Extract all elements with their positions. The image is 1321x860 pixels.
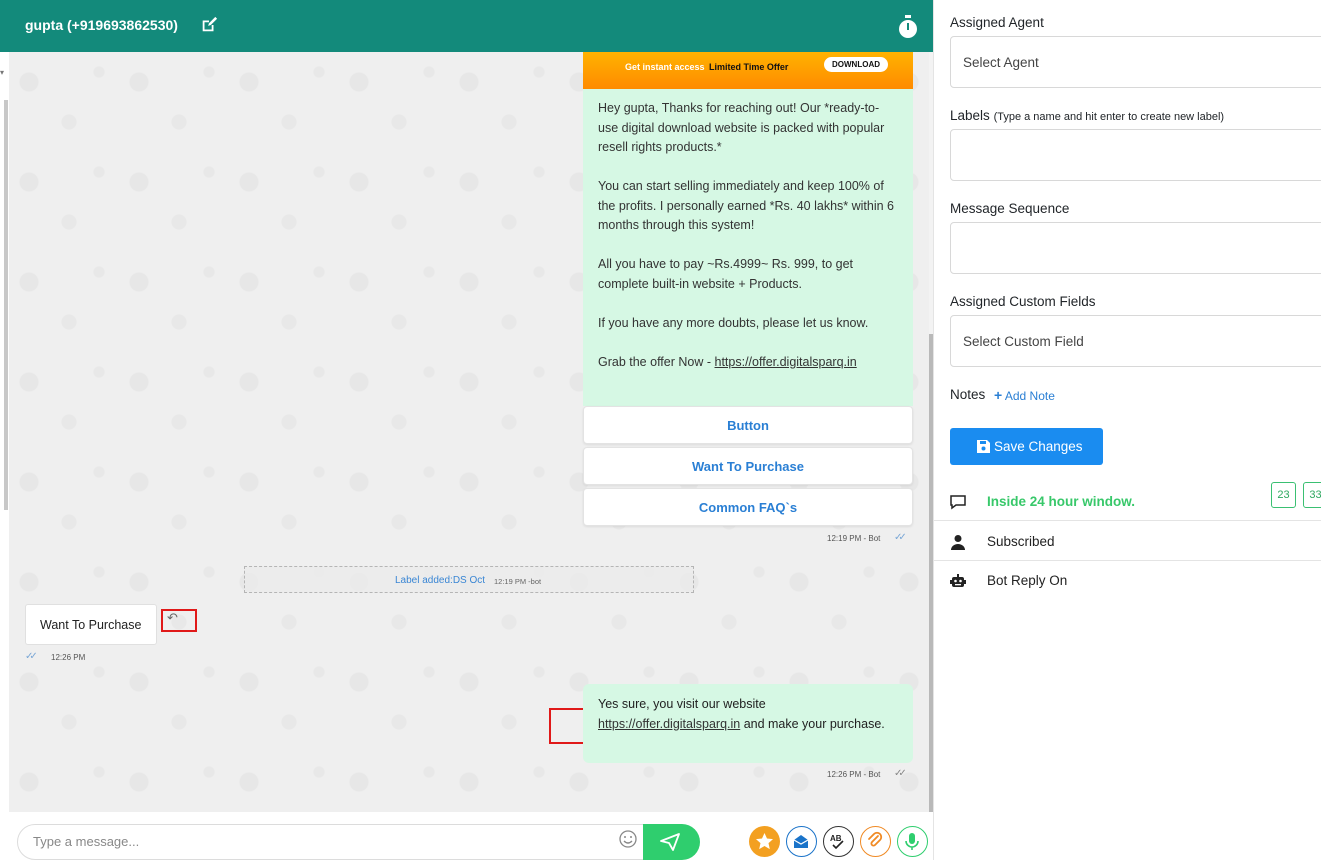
labels-input[interactable] — [950, 129, 1321, 181]
template-paragraph: Grab the offer Now - https://offer.digit… — [598, 354, 857, 369]
assigned-agent-label: Assigned Agent — [950, 15, 1044, 30]
user-icon — [951, 535, 965, 550]
reply-icon: ↶ — [167, 610, 178, 625]
template-banner-image: Get instant access Limited Time Offer DO… — [583, 52, 913, 89]
message-timestamp: 12:26 PM — [51, 653, 86, 662]
label-note-time: 12:19 PM -bot — [494, 577, 542, 586]
template-button-common-faqs[interactable]: Common FAQ`s — [583, 488, 913, 526]
assigned-agent-select[interactable]: Select Agent — [950, 36, 1321, 88]
star-icon — [756, 833, 773, 850]
stopwatch-icon[interactable] — [897, 15, 919, 39]
incoming-message: Want To Purchase — [25, 604, 157, 645]
comment-icon — [950, 495, 966, 510]
left-edge: ▾ — [0, 52, 9, 812]
message-sequence-label: Message Sequence — [950, 201, 1070, 216]
outgoing-text: Yes sure, you visit our website — [598, 697, 766, 711]
contact-name: gupta (+919693862530) — [25, 17, 178, 33]
template-button-want-to-purchase[interactable]: Want To Purchase — [583, 447, 913, 485]
inbox-button[interactable] — [786, 826, 817, 857]
svg-text:AB: AB — [830, 834, 842, 843]
label-added-note: Label added:DS Oct 12:19 PM -bot — [244, 566, 694, 593]
custom-fields-label: Assigned Custom Fields — [950, 294, 1096, 309]
spellcheck-button[interactable]: AB — [823, 826, 854, 857]
envelope-open-icon — [793, 835, 809, 848]
microphone-icon — [905, 833, 919, 850]
labels-label: Labels (Type a name and hit enter to cre… — [950, 108, 1225, 123]
spellcheck-icon: AB — [830, 834, 844, 850]
template-button-1[interactable]: Button — [583, 406, 913, 444]
robot-icon — [950, 574, 966, 587]
edit-icon[interactable] — [200, 16, 218, 34]
emoji-icon[interactable] — [619, 830, 637, 848]
template-paragraph: All you have to pay ~Rs.4999~ Rs. 999, t… — [598, 257, 854, 291]
window-status-text: Inside 24 hour window. — [987, 494, 1136, 509]
attachment-button[interactable] — [860, 826, 891, 857]
message-timestamp: 12:26 PM - Bot — [827, 770, 881, 779]
outgoing-text: and make your purchase. — [740, 716, 885, 731]
banner-download-label: DOWNLOAD — [824, 57, 888, 72]
subscribed-text: Subscribed — [987, 534, 1055, 549]
count-badge: 33 — [1303, 482, 1321, 508]
banner-offer-text: Limited Time Offer — [709, 62, 789, 72]
highlight-box[interactable] — [549, 708, 586, 744]
voice-button[interactable] — [897, 826, 928, 857]
favorite-button[interactable] — [749, 826, 780, 857]
template-paragraph: If you have any more doubts, please let … — [598, 315, 869, 330]
save-changes-button[interactable]: Save Changes — [950, 428, 1103, 465]
chat-pane: gupta (+919693862530) ▾ Get instant acce… — [0, 0, 933, 860]
outgoing-message: Yes sure, you visit our website https://… — [583, 684, 913, 763]
count-badge: 23 — [1271, 482, 1296, 508]
send-icon — [660, 833, 680, 851]
subscribed-row: Subscribed — [934, 522, 1321, 561]
message-timestamp: 12:19 PM - Bot — [827, 534, 881, 543]
send-button[interactable] — [643, 824, 700, 860]
chat-header: gupta (+919693862530) — [0, 0, 933, 52]
custom-field-select[interactable]: Select Custom Field — [950, 315, 1321, 367]
reply-button[interactable]: ↶ — [161, 609, 197, 632]
offer-link[interactable]: https://offer.digitalsparq.in — [715, 355, 857, 369]
left-scrollbar[interactable] — [4, 100, 8, 510]
contact-sidebar: Assigned Agent Select Agent Labels (Type… — [933, 0, 1321, 860]
template-paragraph: Hey gupta, Thanks for reaching out! Our … — [598, 101, 885, 154]
double-check-icon: ✓✓ — [894, 532, 907, 543]
bot-reply-row: Bot Reply On — [934, 561, 1321, 600]
composer: Type a message... AB — [0, 812, 933, 860]
label-note-text: Label added:DS Oct — [395, 575, 486, 586]
template-body: Hey gupta, Thanks for reaching out! Our … — [583, 89, 913, 406]
add-note-link[interactable]: + Add Note — [994, 387, 1055, 403]
window-status-row: Inside 24 hour window. — [934, 482, 1321, 521]
template-paragraph: You can start selling immediately and ke… — [598, 179, 894, 232]
bot-template-message: Get instant access Limited Time Offer DO… — [583, 52, 913, 529]
plus-icon: + — [994, 387, 1003, 403]
floppy-disk-icon — [977, 440, 990, 453]
bot-reply-text: Bot Reply On — [987, 573, 1068, 588]
banner-text: Get instant access — [625, 62, 705, 72]
double-check-icon: ✓✓ — [894, 768, 907, 779]
message-sequence-select[interactable] — [950, 222, 1321, 274]
caret-down-icon[interactable]: ▾ — [0, 68, 4, 77]
message-input[interactable]: Type a message... — [17, 824, 644, 860]
notes-label: Notes — [950, 387, 986, 402]
double-check-icon: ✓✓ — [25, 651, 38, 662]
offer-link[interactable]: https://offer.digitalsparq.in — [598, 717, 740, 731]
paperclip-icon — [868, 831, 883, 847]
